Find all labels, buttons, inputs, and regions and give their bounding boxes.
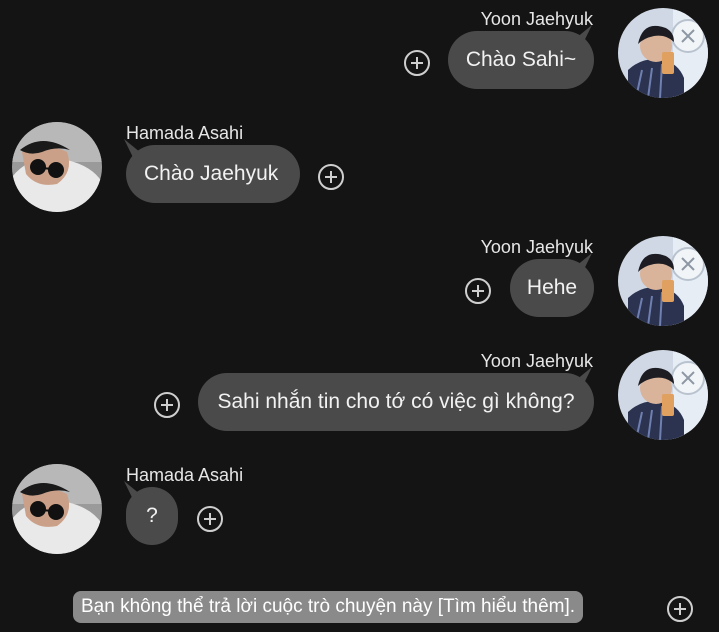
avatar-hamada-asahi[interactable] [12, 464, 102, 554]
message-sender: Yoon Jaehyuk [480, 351, 593, 371]
add-reaction-icon[interactable] [318, 164, 344, 190]
message-bubble[interactable]: Chào Jaehyuk [124, 139, 300, 203]
message-text: Hehe [526, 276, 578, 299]
message-sender: Yoon Jaehyuk [480, 9, 593, 29]
message-sender: Hamada Asahi [126, 465, 244, 485]
avatar-image [12, 122, 102, 212]
message-sender: Hamada Asahi [126, 123, 244, 143]
avatar-image [618, 8, 708, 98]
message-bubble[interactable]: ? [124, 481, 178, 545]
add-reaction-icon[interactable] [197, 506, 223, 532]
add-reaction-icon[interactable] [667, 596, 693, 622]
avatar-yoon-jaehyuk[interactable] [618, 350, 708, 440]
avatar-image [618, 236, 708, 326]
avatar-hamada-asahi[interactable] [12, 122, 102, 212]
chat-screen: Yoon Jaehyuk Chào Sahi~ Hamada Asahi Chà… [0, 0, 719, 632]
message-text: ? [146, 504, 158, 527]
cannot-reply-notice[interactable]: Bạn không thể trả lời cuộc trò chuyện nà… [73, 591, 584, 623]
avatar-yoon-jaehyuk[interactable] [618, 8, 708, 98]
add-reaction-icon[interactable] [154, 392, 180, 418]
message-bubble[interactable]: Sahi nhắn tin cho tớ có việc gì không? [198, 367, 594, 431]
avatar-image [12, 464, 102, 554]
message-bubble[interactable]: Chào Sahi~ [448, 25, 594, 89]
message-bubble[interactable]: Hehe [510, 253, 594, 317]
add-reaction-icon[interactable] [404, 50, 430, 76]
message-text: Chào Jaehyuk [144, 162, 279, 185]
message-text: Sahi nhắn tin cho tớ có việc gì không? [217, 390, 575, 413]
add-reaction-icon[interactable] [465, 278, 491, 304]
message-sender: Yoon Jaehyuk [480, 237, 593, 257]
message-text: Chào Sahi~ [465, 48, 577, 71]
avatar-image [618, 350, 708, 440]
avatar-yoon-jaehyuk[interactable] [618, 236, 708, 326]
